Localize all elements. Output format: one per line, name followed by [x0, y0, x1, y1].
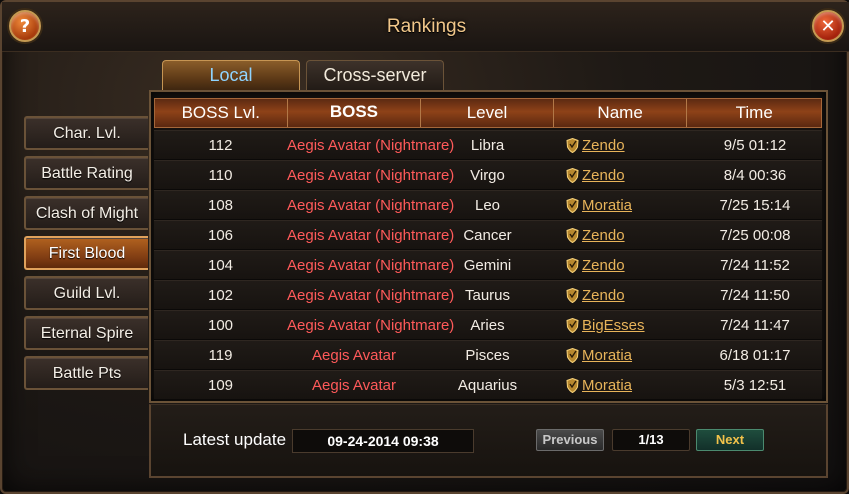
boss-lvl-cell: 112: [208, 136, 233, 154]
name-cell: BigEsses: [554, 317, 688, 334]
sidebar-item-guild-lvl[interactable]: Guild Lvl.: [24, 276, 148, 310]
level-cell: Virgo: [470, 166, 505, 184]
time-cell: 9/5 01:12: [723, 136, 787, 154]
close-button[interactable]: ✕: [812, 10, 844, 42]
player-name-link[interactable]: Zendo: [582, 257, 625, 274]
table-row: 112 Aegis Avatar (Nightmare) Libra Zendo…: [154, 130, 822, 160]
latest-update-label: Latest update: [183, 430, 287, 449]
boss-lvl-cell: 109: [207, 376, 234, 394]
sidebar-item-char-lvl[interactable]: Char. Lvl.: [24, 116, 148, 150]
boss-cell: Aegis Avatar (Nightmare): [287, 226, 455, 244]
name-cell: Zendo: [554, 167, 688, 184]
table-row: 110 Aegis Avatar (Nightmare) Virgo Zendo…: [154, 160, 822, 190]
table-row: 109 Aegis Avatar Aquarius Moratia 5/3 12…: [154, 370, 822, 400]
time-cell: 6/18 01:17: [719, 346, 791, 364]
level-cell: Cancer: [463, 226, 512, 244]
boss-cell: Aegis Avatar: [312, 376, 396, 394]
boss-lvl-cell: 104: [207, 256, 234, 274]
column-header-level: Level: [421, 99, 554, 127]
rankings-window: Rankings ? ✕ Local Cross-server BOSS Lvl…: [0, 0, 849, 494]
table-row: 108 Aegis Avatar (Nightmare) Leo Moratia…: [154, 190, 822, 220]
player-name-link[interactable]: Zendo: [582, 137, 625, 154]
boss-lvl-cell: 106: [207, 226, 234, 244]
boss-cell: Aegis Avatar: [312, 346, 396, 364]
boss-lvl-cell: 119: [208, 346, 233, 364]
guild-shield-icon: [566, 257, 579, 273]
player-name-link[interactable]: Zendo: [582, 287, 625, 304]
level-cell: Gemini: [463, 256, 512, 274]
boss-cell: Aegis Avatar (Nightmare): [287, 286, 455, 304]
previous-button[interactable]: Previous: [536, 429, 604, 451]
guild-shield-icon: [566, 227, 579, 243]
next-button[interactable]: Next: [696, 429, 764, 451]
boss-lvl-cell: 108: [207, 196, 234, 214]
name-cell: Moratia: [554, 377, 688, 394]
table-header: BOSS Lvl. BOSS Level Name Time: [154, 98, 822, 128]
guild-shield-icon: [566, 317, 579, 333]
sidebar-item-battle-pts[interactable]: Battle Pts: [24, 356, 148, 390]
time-cell: 7/24 11:47: [720, 316, 790, 334]
table-row: 119 Aegis Avatar Pisces Moratia 6/18 01:…: [154, 340, 822, 370]
guild-shield-icon: [566, 347, 579, 363]
level-cell: Aries: [470, 316, 505, 334]
boss-lvl-cell: 100: [207, 316, 234, 334]
level-cell: Libra: [470, 136, 505, 154]
column-header-name: Name: [554, 99, 688, 127]
boss-cell: Aegis Avatar (Nightmare): [287, 166, 455, 184]
boss-cell: Aegis Avatar (Nightmare): [287, 316, 455, 334]
level-cell: Pisces: [465, 346, 510, 364]
time-cell: 7/25 00:08: [719, 226, 791, 244]
level-cell: Aquarius: [457, 376, 518, 394]
time-cell: 7/25 15:14: [719, 196, 791, 214]
guild-shield-icon: [566, 167, 579, 183]
table-row: 102 Aegis Avatar (Nightmare) Taurus Zend…: [154, 280, 822, 310]
boss-cell: Aegis Avatar (Nightmare): [287, 196, 455, 214]
tab-cross-server[interactable]: Cross-server: [306, 60, 444, 90]
boss-cell: Aegis Avatar (Nightmare): [287, 136, 455, 154]
time-cell: 7/24 11:50: [720, 286, 790, 304]
tab-local[interactable]: Local: [162, 60, 300, 90]
window-title: Rankings: [386, 16, 467, 37]
column-header-boss-lvl: BOSS Lvl.: [155, 99, 288, 127]
sidebar-item-battle-rating[interactable]: Battle Rating: [24, 156, 148, 190]
title-bar: Rankings: [2, 2, 849, 52]
name-cell: Zendo: [554, 257, 688, 274]
sidebar-item-clash-of-might[interactable]: Clash of Might: [24, 196, 148, 230]
ranking-rows: 112 Aegis Avatar (Nightmare) Libra Zendo…: [154, 130, 822, 400]
time-cell: 7/24 11:52: [720, 256, 790, 274]
column-header-time: Time: [735, 103, 773, 122]
player-name-link[interactable]: Moratia: [582, 197, 632, 214]
help-button[interactable]: ?: [9, 10, 41, 42]
sidebar-item-first-blood[interactable]: First Blood: [24, 236, 148, 270]
player-name-link[interactable]: Zendo: [582, 227, 625, 244]
player-name-link[interactable]: Zendo: [582, 167, 625, 184]
guild-shield-icon: [566, 287, 579, 303]
table-row: 106 Aegis Avatar (Nightmare) Cancer Zend…: [154, 220, 822, 250]
table-row: 104 Aegis Avatar (Nightmare) Gemini Zend…: [154, 250, 822, 280]
level-cell: Taurus: [464, 286, 511, 304]
boss-lvl-cell: 102: [207, 286, 234, 304]
guild-shield-icon: [566, 377, 579, 393]
sidebar-item-eternal-spire[interactable]: Eternal Spire: [24, 316, 148, 350]
latest-update-value: 09-24-2014 09:38: [292, 429, 474, 453]
player-name-link[interactable]: BigEsses: [582, 317, 645, 334]
name-cell: Zendo: [554, 227, 688, 244]
level-cell: Leo: [474, 196, 501, 214]
column-header-boss: BOSS: [288, 99, 422, 127]
name-cell: Zendo: [554, 287, 688, 304]
boss-lvl-cell: 110: [208, 166, 233, 184]
boss-cell: Aegis Avatar (Nightmare): [287, 256, 455, 274]
table-row: 100 Aegis Avatar (Nightmare) Aries BigEs…: [154, 310, 822, 340]
time-cell: 5/3 12:51: [723, 376, 787, 394]
page-indicator: 1/13: [612, 429, 690, 451]
guild-shield-icon: [566, 197, 579, 213]
player-name-link[interactable]: Moratia: [582, 347, 632, 364]
name-cell: Moratia: [554, 197, 688, 214]
name-cell: Moratia: [554, 347, 688, 364]
player-name-link[interactable]: Moratia: [582, 377, 632, 394]
name-cell: Zendo: [554, 137, 688, 154]
time-cell: 8/4 00:36: [723, 166, 787, 184]
guild-shield-icon: [566, 137, 579, 153]
